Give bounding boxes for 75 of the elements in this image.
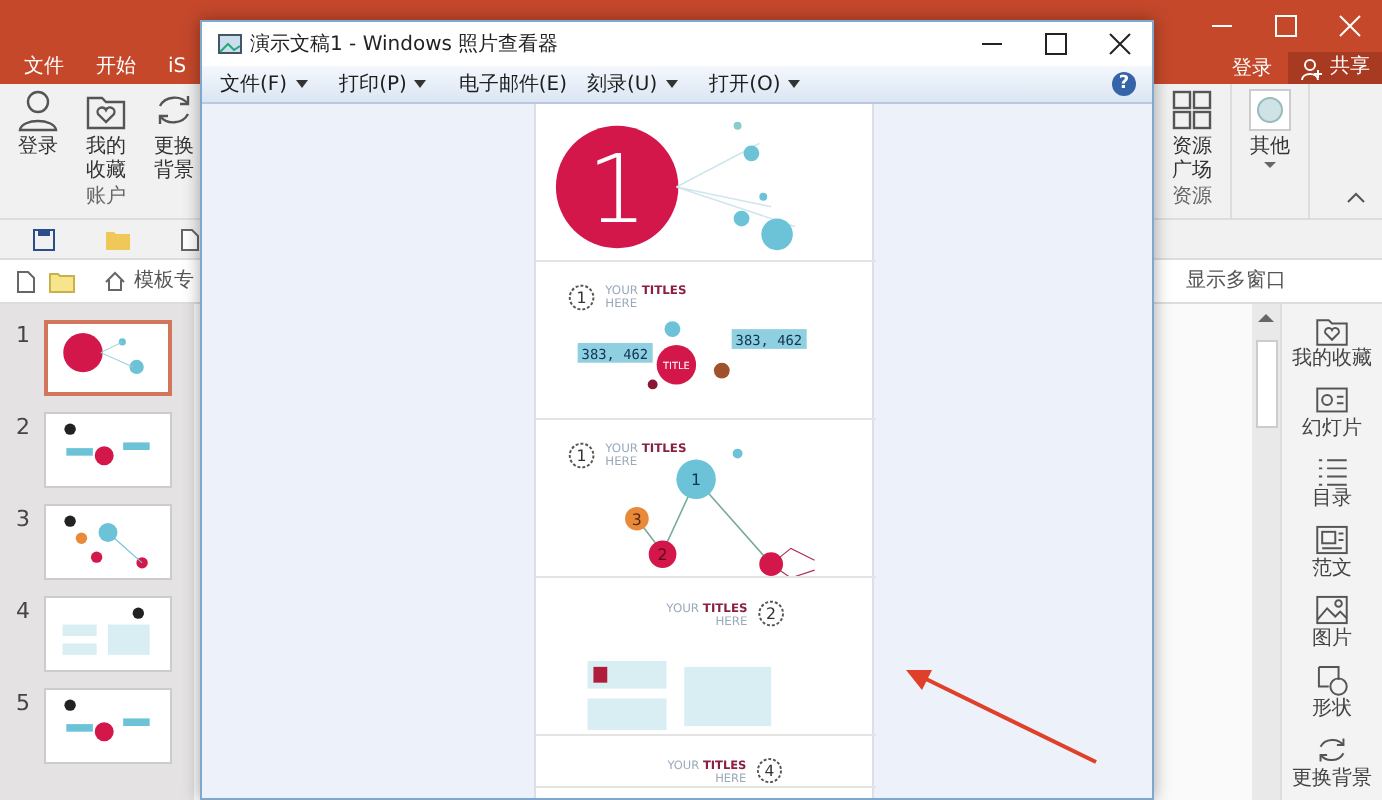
side-panel-item[interactable]: 更换背景: [1292, 732, 1372, 792]
menu-item[interactable]: 打印(P): [329, 65, 437, 103]
node-label: 3: [631, 510, 642, 529]
multi-window-link[interactable]: 显示多窗口: [1186, 266, 1286, 296]
slide-thumbnail[interactable]: [44, 504, 172, 580]
side-panel-item[interactable]: 形状: [1312, 662, 1352, 722]
side-panel-item[interactable]: 图片: [1312, 592, 1352, 652]
help-icon[interactable]: ?: [1112, 72, 1136, 96]
ribbon-button[interactable]: 更换背景: [148, 88, 200, 184]
new-file-icon[interactable]: [16, 269, 36, 293]
template-zone-tab[interactable]: 模板专: [104, 266, 194, 296]
grid-icon: [1170, 88, 1214, 132]
side-panel-item[interactable]: 幻灯片: [1302, 382, 1362, 442]
slide-number: 2: [16, 412, 32, 444]
slide-number: 3: [16, 504, 32, 536]
side-panel-item[interactable]: 我的收藏: [1292, 312, 1372, 372]
group-label: 资源: [1170, 186, 1214, 210]
shape-icon: [1314, 662, 1350, 698]
login-link[interactable]: 登录: [1232, 53, 1272, 83]
collapse-icon[interactable]: [1346, 190, 1366, 206]
menu-item[interactable]: 打开(O): [699, 65, 811, 103]
slide-icon: [1314, 382, 1350, 418]
panel: [587, 698, 667, 731]
node: [648, 540, 677, 569]
tab-label: 模板专: [134, 267, 194, 296]
ribbon-button[interactable]: 登录: [12, 88, 64, 184]
picture-icon: [218, 34, 242, 54]
ribbon-tab[interactable]: 文件: [8, 52, 80, 84]
menu-item[interactable]: 刻录(U): [577, 65, 688, 103]
ribbon-button[interactable]: 其他: [1244, 88, 1296, 170]
ribbon-tab[interactable]: 开始: [80, 52, 152, 84]
bubbles-drawing: [675, 121, 796, 251]
group-label: 账户: [84, 186, 128, 210]
panel: [684, 666, 772, 727]
slide-number: 5: [16, 688, 32, 720]
scrollbar-thumb[interactable]: [1255, 340, 1277, 428]
dot: [713, 362, 730, 379]
number-badge: 4: [756, 758, 782, 784]
menu-item[interactable]: 电子邮件(E): [448, 65, 578, 103]
node: [625, 506, 649, 531]
dot: [647, 379, 658, 390]
side-panel-item[interactable]: 目录: [1312, 452, 1352, 512]
save-icon[interactable]: [32, 227, 56, 251]
bubble: [656, 344, 697, 385]
document-icon: [1314, 522, 1350, 558]
slide-number: 1: [16, 320, 32, 352]
number-circle: [555, 125, 679, 249]
menu-item[interactable]: 文件(F): [210, 65, 318, 103]
home-icon: [104, 270, 126, 292]
picture-icon: [1314, 592, 1350, 628]
panel: [587, 660, 667, 689]
ribbon-button[interactable]: 我的收藏: [80, 88, 132, 184]
side-panel-item[interactable]: 范文: [1312, 522, 1352, 582]
share-button[interactable]: 共享: [1288, 52, 1382, 84]
number-badge: 1: [568, 442, 595, 469]
slide-thumbnail[interactable]: [44, 412, 172, 488]
ribbon-tab[interactable]: iS: [152, 52, 203, 84]
dot: [664, 321, 681, 338]
slide-thumbnail[interactable]: [44, 688, 172, 764]
node-label: 2: [657, 546, 668, 565]
node: [759, 552, 783, 576]
node-label: 1: [691, 471, 702, 490]
user-add-icon: [1300, 57, 1322, 79]
window-title: 演示文稿1 - Windows 照片查看器: [250, 31, 561, 59]
slide-number: 1: [587, 136, 648, 247]
slide-thumbnail[interactable]: [44, 320, 172, 396]
number-badge: 1: [568, 284, 595, 311]
slide-thumbnail[interactable]: [44, 596, 172, 672]
user-icon: [16, 88, 60, 132]
node: [676, 459, 716, 499]
number-badge: 2: [758, 600, 784, 627]
scroll-up-icon[interactable]: [1258, 312, 1274, 324]
ribbon-button[interactable]: 资源广场: [1166, 88, 1218, 184]
slide-number: 4: [16, 596, 32, 628]
caret-icon: [1264, 160, 1276, 170]
